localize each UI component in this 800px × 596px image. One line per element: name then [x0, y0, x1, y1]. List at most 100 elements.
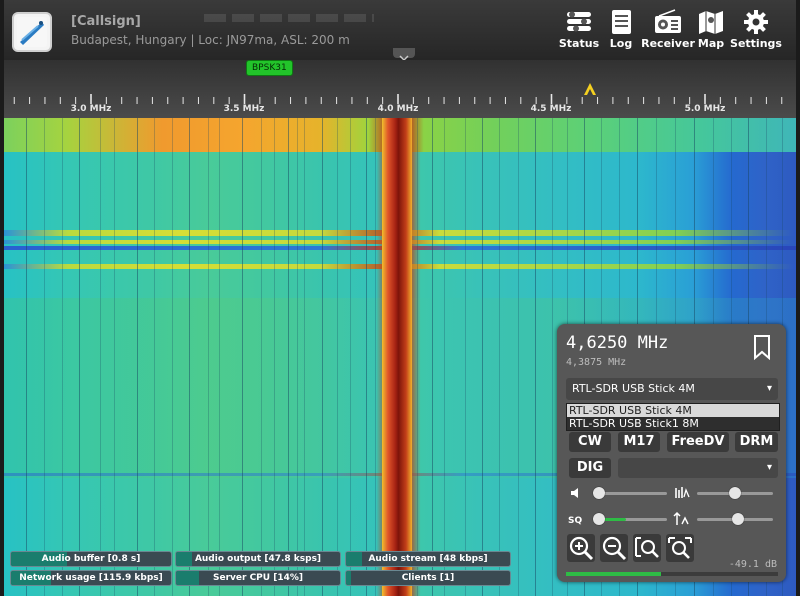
network-usage-label: Network usage [115.9 kbps] — [19, 573, 163, 583]
slider-knob[interactable] — [732, 513, 745, 525]
waterfall-line — [79, 118, 80, 596]
audio-output-status[interactable]: Audio output [47.8 ksps] — [175, 551, 341, 567]
slider-knob[interactable] — [729, 487, 741, 499]
mode-freedv-button[interactable]: FreeDV — [667, 432, 729, 452]
squelch-auto-button[interactable]: SQ — [567, 510, 585, 528]
status-fill — [176, 552, 193, 566]
status-fill — [346, 552, 363, 566]
sdr-selected-label: RTL-SDR USB Stick 4M — [572, 382, 695, 395]
waterfall-line — [62, 118, 63, 596]
digital-mode-select[interactable]: ▾ — [618, 458, 778, 478]
waterfall-line — [417, 118, 418, 596]
panel-open-toggle[interactable] — [393, 48, 415, 62]
squelch-slider[interactable] — [593, 509, 667, 529]
smeter-db-readout: -49.1 dB — [728, 559, 777, 570]
zoom-out-icon — [602, 536, 627, 561]
waterfall-line — [297, 118, 298, 596]
noise-reduction-button[interactable] — [673, 484, 691, 502]
waterfall-line — [432, 118, 433, 596]
waterfall-line — [518, 118, 519, 596]
gear-icon — [744, 10, 768, 34]
sdr-option[interactable]: RTL-SDR USB Stick 4M — [567, 404, 779, 417]
waterfall-line — [208, 118, 209, 596]
waterfall-line — [552, 118, 553, 596]
offset-frequency-display: 4,3875 MHz — [566, 357, 627, 368]
add-bookmark-button[interactable] — [751, 334, 773, 361]
volume-mute-button[interactable] — [567, 484, 585, 502]
log-icon — [612, 10, 631, 34]
logo-icon — [17, 17, 47, 47]
zoom-to-band-button[interactable] — [633, 534, 661, 562]
frequency-scale[interactable]: 3.0 MHz 3.5 MHz 4.0 MHz 4.5 MHz 5.0 MHz … — [4, 60, 796, 118]
sdr-option[interactable]: RTL-SDR USB Stick1 8M — [567, 417, 779, 430]
zoom-in-icon — [569, 536, 594, 561]
waterfall-line — [535, 118, 536, 596]
status-icon — [567, 11, 591, 32]
waterfall-line — [44, 118, 45, 596]
noise-reduction-slider[interactable] — [697, 483, 773, 503]
waterfall-line — [322, 118, 323, 596]
waterfall-line — [375, 118, 376, 596]
squelch-icon: SQ — [568, 516, 582, 526]
smeter-bar — [566, 572, 662, 576]
zoom-full-icon — [668, 537, 692, 559]
mode-cw-button[interactable]: CW — [569, 432, 611, 452]
smeter — [566, 572, 778, 576]
receiver-panel: 4,6250 MHz 4,3875 MHz RTL-SDR USB Stick … — [557, 324, 786, 582]
receiver-icon — [655, 9, 681, 33]
chevron-down-icon: ▾ — [766, 462, 772, 473]
waterfall-line — [482, 118, 483, 596]
waterfall-line — [499, 118, 500, 596]
audio-output-label: Audio output [47.8 ksps] — [194, 554, 322, 564]
waterfall-line — [26, 118, 27, 596]
slider-knob[interactable] — [593, 487, 605, 499]
waterfall-line — [366, 118, 367, 596]
scale-label: 4.5 MHz — [530, 104, 572, 114]
header-bar: [Callsign] Budapest, Hungary | Loc: JN97… — [4, 0, 796, 62]
waterfall-carrier — [382, 118, 412, 596]
waterfall-line — [172, 118, 173, 596]
bookmark-icon — [754, 335, 770, 361]
waterfall-line — [154, 118, 155, 596]
zoom-out-button[interactable] — [600, 534, 628, 562]
gain-button[interactable] — [673, 510, 691, 528]
bookmark-bpsk31[interactable]: BPSK31 — [246, 60, 293, 76]
network-usage-status[interactable]: Network usage [115.9 kbps] — [10, 570, 172, 586]
nav-settings-button[interactable]: Settings — [728, 8, 784, 50]
waterfall-line — [100, 118, 101, 596]
gain-slider[interactable] — [697, 509, 773, 529]
audio-buffer-status[interactable]: Audio buffer [0.8 s] — [10, 551, 172, 567]
waterfall-line — [242, 118, 243, 596]
sdr-profile-dropdown: RTL-SDR USB Stick 4M RTL-SDR USB Stick1 … — [566, 403, 780, 431]
tuning-marker-icon[interactable] — [582, 82, 598, 96]
waterfall-line — [288, 118, 289, 596]
openwebrx-window: [Callsign] Budapest, Hungary | Loc: JN97… — [4, 0, 796, 596]
slider-knob[interactable] — [593, 513, 605, 525]
waterfall-line — [219, 118, 220, 596]
zoom-in-button[interactable] — [567, 534, 595, 562]
zoom-band-icon — [635, 537, 659, 558]
frequency-display[interactable]: 4,6250 MHz — [566, 333, 668, 353]
receiver-avatar[interactable] — [12, 12, 52, 52]
receiver-location: Budapest, Hungary | Loc: JN97ma, ASL: 20… — [71, 33, 350, 47]
chevron-down-icon: ▾ — [766, 383, 772, 394]
mode-m17-button[interactable]: M17 — [618, 432, 660, 452]
zoom-out-full-button[interactable] — [666, 534, 694, 562]
mode-dig-button[interactable]: DIG — [569, 458, 611, 478]
mode-drm-button[interactable]: DRM — [735, 432, 778, 452]
clients-status[interactable]: Clients [1] — [345, 570, 511, 586]
waterfall-line — [274, 118, 275, 596]
audio-stream-status[interactable]: Audio stream [48 kbps] — [345, 551, 511, 567]
scale-label: 3.0 MHz — [70, 104, 112, 114]
svg-text:SQ: SQ — [568, 516, 582, 526]
noise-reduction-icon — [675, 487, 690, 498]
map-icon — [699, 11, 723, 34]
waterfall-line — [137, 118, 138, 596]
sdr-profile-select[interactable]: RTL-SDR USB Stick 4M ▾ — [566, 378, 778, 400]
clients-label: Clients [1] — [401, 573, 455, 583]
waterfall-line — [465, 118, 466, 596]
server-cpu-status[interactable]: Server CPU [14%] — [175, 570, 341, 586]
status-fill — [176, 571, 199, 585]
scale-label: 3.5 MHz — [223, 104, 265, 114]
volume-slider[interactable] — [593, 483, 667, 503]
